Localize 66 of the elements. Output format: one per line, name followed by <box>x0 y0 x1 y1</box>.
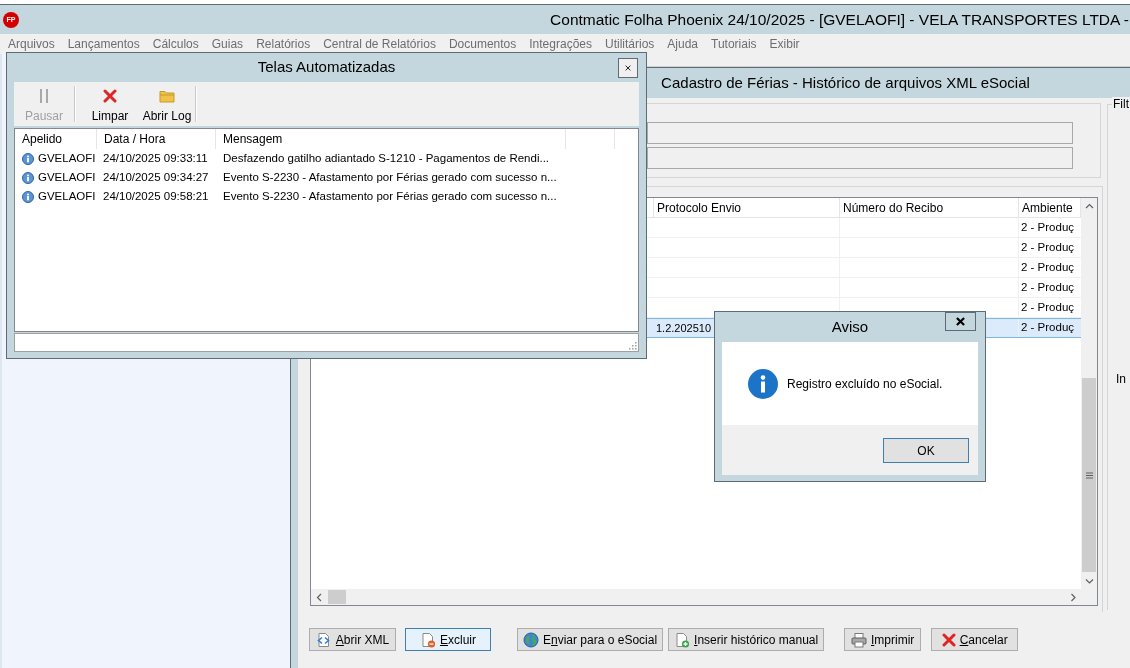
grip-icon <box>1085 471 1093 479</box>
open-log-button[interactable]: Abrir Log <box>139 82 195 126</box>
close-icon <box>956 317 965 326</box>
print-button[interactable]: Imprimir <box>844 628 922 651</box>
table-cell-text: 2 - Produç <box>1020 219 1076 235</box>
field-label: In <box>1116 372 1126 387</box>
column-header[interactable]: Número do Recibo <box>840 198 1019 217</box>
vertical-scrollbar[interactable] <box>1081 198 1097 589</box>
table-cell-text: 2 - Produç <box>1020 299 1076 315</box>
column-header[interactable]: Mensagem <box>216 129 566 149</box>
chevron-left-icon <box>316 592 322 602</box>
close-icon <box>625 64 631 71</box>
info-icon <box>22 190 34 203</box>
table-cell-text: 2 - Produç <box>1020 279 1076 295</box>
table-row[interactable]: 2 - Produç <box>647 238 1081 258</box>
chevron-up-icon <box>1084 203 1094 209</box>
scrollbar-thumb[interactable] <box>328 590 346 604</box>
folder-icon <box>159 89 175 103</box>
info-icon <box>22 152 34 165</box>
table-cell-text: GVELAOFI <box>38 150 96 166</box>
resize-grip-icon[interactable] <box>629 342 637 350</box>
table-row[interactable]: 2 - Produç <box>647 258 1081 278</box>
column-header[interactable]: Apelido <box>15 129 97 149</box>
dialog-message: Registro excluído no eSocial. <box>787 375 943 393</box>
ok-button[interactable]: OK <box>883 438 969 463</box>
window-title: Cadastro de Férias - Histórico de arquivos XML eSocial <box>661 72 1030 93</box>
file-minus-icon <box>420 631 436 648</box>
table-cell-text: GVELAOFI <box>38 188 96 204</box>
pause-icon <box>39 88 49 104</box>
scrollbar-thumb[interactable] <box>1082 378 1096 572</box>
close-button[interactable] <box>945 312 976 331</box>
table-cell-text: 2 - Produç <box>1020 239 1076 255</box>
window-title: Telas Automatizadas <box>256 57 397 78</box>
input-field[interactable] <box>647 147 1073 169</box>
column-header[interactable]: Protocolo Envio <box>654 198 840 217</box>
file-plus-icon <box>674 631 691 648</box>
table-row[interactable]: 2 - Produç <box>647 278 1081 298</box>
insert-history-button[interactable]: Inserir histórico manual <box>668 628 825 651</box>
clear-button[interactable]: Limpar <box>86 82 134 126</box>
table-cell-text: 24/10/2025 09:58:21 <box>102 188 210 204</box>
code-file-icon <box>315 631 332 648</box>
cancel-button[interactable]: Cancelar <box>931 628 1019 651</box>
globe-icon <box>523 631 539 648</box>
table-cell-text: GVELAOFI <box>38 169 96 185</box>
chevron-down-icon <box>1084 578 1094 584</box>
open-xml-button[interactable]: Abrir XML <box>309 628 396 651</box>
delete-button[interactable]: Excluir <box>405 628 491 651</box>
table-cell-text: 24/10/2025 09:34:27 <box>102 169 210 185</box>
table-cell-text: Evento S-2230 - Afastamento por Férias gerado com sucesso n... <box>222 188 558 204</box>
info-icon <box>22 171 34 184</box>
send-button[interactable]: Enviar para o eSocial <box>517 628 664 651</box>
window-title: Contmatic Folha Phoenix 24/10/2025 - [GVELAOFI] - VELA TRANSPORTES LTDA - <box>550 9 1129 30</box>
info-icon <box>748 368 778 399</box>
chevron-right-icon <box>1070 592 1076 602</box>
input-field[interactable] <box>647 122 1073 144</box>
table-cell-text: 2 - Produç <box>1020 320 1076 336</box>
column-header[interactable]: Data / Hora <box>97 129 216 149</box>
horizontal-scrollbar[interactable] <box>311 589 1097 605</box>
table-row[interactable]: 2 - Produç <box>647 218 1081 238</box>
cross-icon <box>941 632 956 647</box>
cross-icon <box>103 89 117 103</box>
printer-icon <box>851 631 867 648</box>
table-cell-text: Evento S-2230 - Afastamento por Férias gerado com sucesso n... <box>222 169 558 185</box>
table-cell-text: 2 - Produç <box>1020 259 1076 275</box>
table-cell-text: Desfazendo gatilho adiantado S-1210 - Pagamentos de Rendi... <box>222 150 551 166</box>
table-cell-text: 24/10/2025 09:33:11 <box>102 150 209 166</box>
